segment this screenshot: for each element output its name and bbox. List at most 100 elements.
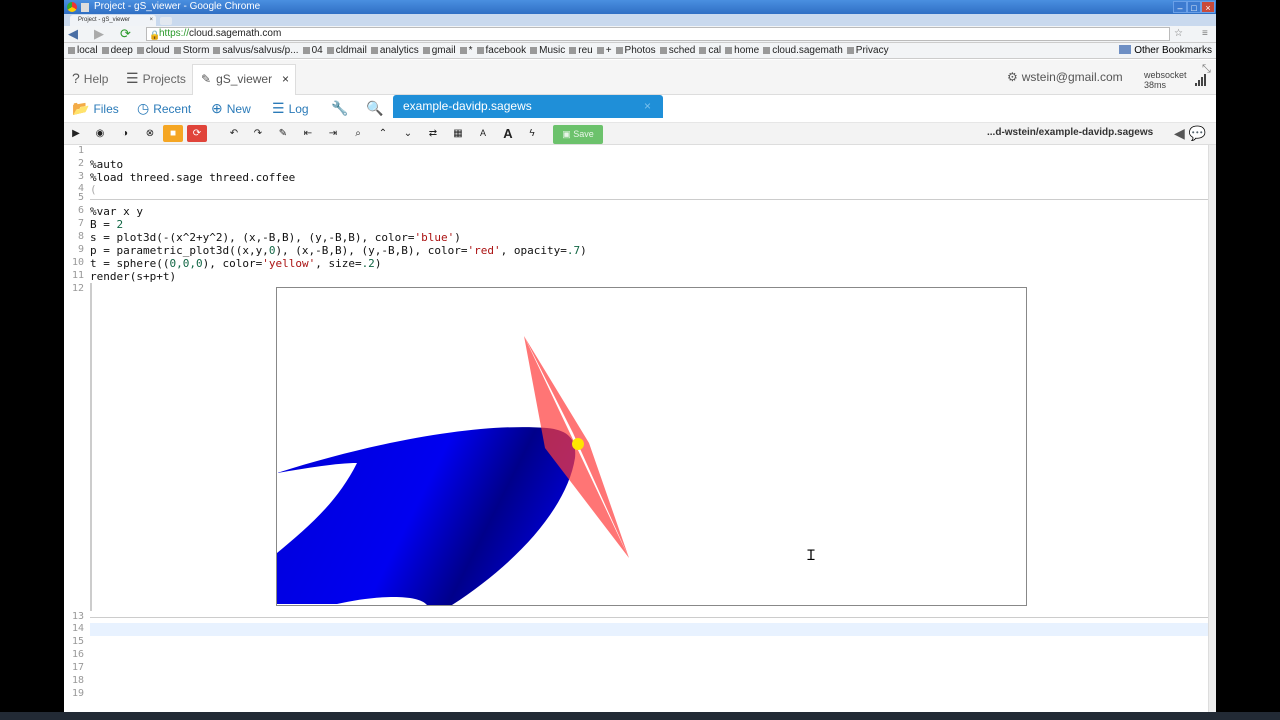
new-tab-button[interactable] xyxy=(160,17,172,25)
bookmark-favicon-icon xyxy=(725,47,733,54)
fullscreen-icon[interactable]: ⤡ xyxy=(1202,63,1211,76)
threed-render-canvas[interactable] xyxy=(276,287,1027,606)
document-path: ...d-wstein/example-davidp.sagews xyxy=(987,127,1154,138)
search-icon[interactable]: 🔍 xyxy=(366,99,387,118)
play-icon[interactable]: ▶ xyxy=(66,125,86,142)
redo-icon[interactable]: ↷ xyxy=(248,125,268,142)
forward-arrow-icon[interactable]: ▶ xyxy=(94,27,104,41)
bookmark-item[interactable]: home xyxy=(725,43,759,58)
pencil-icon[interactable]: ✎ xyxy=(273,125,293,142)
bookmark-item[interactable]: sched xyxy=(659,43,695,58)
clock-icon: ◷ xyxy=(137,100,150,116)
bookmark-item[interactable]: analytics xyxy=(370,43,419,58)
chevron-up-icon[interactable]: ⌃ xyxy=(373,125,393,142)
bookmark-favicon-icon xyxy=(615,47,623,54)
bookmark-item[interactable]: deep xyxy=(101,43,133,58)
maximize-button[interactable]: □ xyxy=(1187,1,1201,13)
files-button[interactable]: 📂 Files xyxy=(72,99,119,118)
bookmark-favicon-icon xyxy=(136,47,144,54)
line-number: 11 xyxy=(71,270,84,281)
star-icon[interactable]: ☆ xyxy=(1174,28,1183,39)
3d-scene[interactable] xyxy=(277,288,1026,605)
chevron-down-icon[interactable]: ⌄ xyxy=(398,125,418,142)
bookmark-item[interactable]: salvus/salvus/p... xyxy=(213,43,299,58)
save-button[interactable]: ▣ Save xyxy=(553,125,603,144)
bookmark-label: facebook xyxy=(485,45,527,56)
reload-icon[interactable]: ⟳ xyxy=(120,27,131,41)
replace-icon[interactable]: ⇄ xyxy=(423,125,443,142)
recent-button[interactable]: ◷ Recent xyxy=(137,99,191,118)
bookmark-label: local xyxy=(77,45,98,56)
code-token: , size= xyxy=(315,257,362,270)
bookmark-item[interactable]: Photos xyxy=(615,43,656,58)
bookmark-favicon-icon xyxy=(101,47,109,54)
line-number: 2 xyxy=(77,158,84,169)
open-file-tab[interactable]: example-davidp.sagews × xyxy=(393,95,663,118)
browser-tab[interactable]: Project - gS_viewer × xyxy=(70,15,156,26)
restart-icon[interactable]: ⟳ xyxy=(187,125,207,142)
bookmark-item[interactable]: cal xyxy=(699,43,721,58)
project-tab-label: gS_viewer xyxy=(216,72,273,86)
chrome-menu-icon[interactable]: ≡ xyxy=(1202,28,1208,39)
bookmark-item[interactable]: local xyxy=(68,43,98,58)
clear-icon[interactable]: ⊗ xyxy=(140,125,160,142)
code-editor[interactable]: 1 2 3 4 5 6 7 8 9 10 11 12 13 14 15 16 17 18 19 %auto %loa… xyxy=(64,145,1208,712)
close-window-button[interactable]: × xyxy=(1201,1,1215,13)
code-token: .2 xyxy=(361,257,375,270)
bookmark-item[interactable]: reu xyxy=(569,43,593,58)
font-larger-icon[interactable]: A xyxy=(498,125,518,142)
line-number: 15 xyxy=(71,636,84,647)
contrast-icon[interactable]: ◑ xyxy=(115,125,135,142)
bookmark-item[interactable]: * xyxy=(459,43,473,58)
editor-scrollbar[interactable] xyxy=(1208,145,1216,712)
code-token: t = sphere(( xyxy=(90,257,170,270)
user-account[interactable]: ⚙ wstein@gmail.com xyxy=(1007,70,1123,84)
hide-icon[interactable]: ◉ xyxy=(90,125,110,142)
bookmark-item[interactable]: Storm xyxy=(173,43,209,58)
project-tab-gs-viewer[interactable]: ✎ gS_viewer × xyxy=(192,64,296,95)
open-file-label: example-davidp.sagews xyxy=(403,99,532,113)
back-arrow-icon[interactable]: ◀ xyxy=(68,27,78,41)
new-button[interactable]: ⊕ New xyxy=(211,99,251,118)
code-token: 0,0,0 xyxy=(169,257,203,270)
browser-tab-close-button[interactable]: × xyxy=(149,15,153,26)
wrench-icon[interactable]: 🔧 xyxy=(331,99,352,118)
stop-icon[interactable]: ■ xyxy=(163,125,183,142)
bookmark-item[interactable]: facebook xyxy=(476,43,527,58)
projects-tab[interactable]: ☰ Projects xyxy=(126,65,186,91)
edit-icon: ✎ xyxy=(201,72,212,86)
bookmark-item[interactable]: Music xyxy=(530,43,565,58)
film-icon[interactable]: ▦ xyxy=(448,125,468,142)
bookmark-item[interactable]: cloud.sagemath xyxy=(763,43,843,58)
indent-icon[interactable]: ⇥ xyxy=(323,125,343,142)
bookmark-item[interactable]: + xyxy=(596,43,612,58)
bookmark-item[interactable]: Privacy xyxy=(846,43,889,58)
code-token: ), color= xyxy=(202,257,263,270)
bookmark-label: gmail xyxy=(431,45,456,56)
line-number: 3 xyxy=(77,171,84,182)
open-file-close-button[interactable]: × xyxy=(644,95,651,118)
chat-icon[interactable]: ◀ 💬 xyxy=(1174,125,1206,142)
font-smaller-icon[interactable]: A xyxy=(473,125,493,142)
undo-icon[interactable]: ↶ xyxy=(224,125,244,142)
bookmark-item[interactable]: cldmail xyxy=(326,43,367,58)
search-small-icon[interactable]: ⌕ xyxy=(348,125,368,142)
bookmark-favicon-icon xyxy=(596,47,604,54)
other-bookmarks[interactable]: Other Bookmarks xyxy=(1115,43,1212,58)
bookmark-item[interactable]: 04 xyxy=(302,43,323,58)
url-field[interactable]: 🔒 https://cloud.sagemath.com xyxy=(146,27,1170,41)
minimize-button[interactable]: – xyxy=(1173,1,1187,13)
outdent-icon[interactable]: ⇤ xyxy=(298,125,318,142)
code-token: ), (x,-B,B), (y,-B,B), color= xyxy=(275,244,468,257)
bookmark-favicon-icon xyxy=(763,47,771,54)
active-line-highlight xyxy=(90,623,1208,636)
window-title: Project - gS_viewer - Google Chrome xyxy=(94,1,261,12)
bookmark-item[interactable]: cloud xyxy=(136,43,170,58)
bookmark-item[interactable]: gmail xyxy=(422,43,456,58)
project-tab-close-button[interactable]: × xyxy=(282,65,289,93)
save-icon: ▣ xyxy=(562,129,574,139)
bolt-icon[interactable]: ϟ xyxy=(522,125,542,142)
help-tab[interactable]: ? Help xyxy=(72,65,108,91)
bookmark-label: deep xyxy=(110,45,133,56)
log-button[interactable]: ☰ Log xyxy=(272,99,309,118)
